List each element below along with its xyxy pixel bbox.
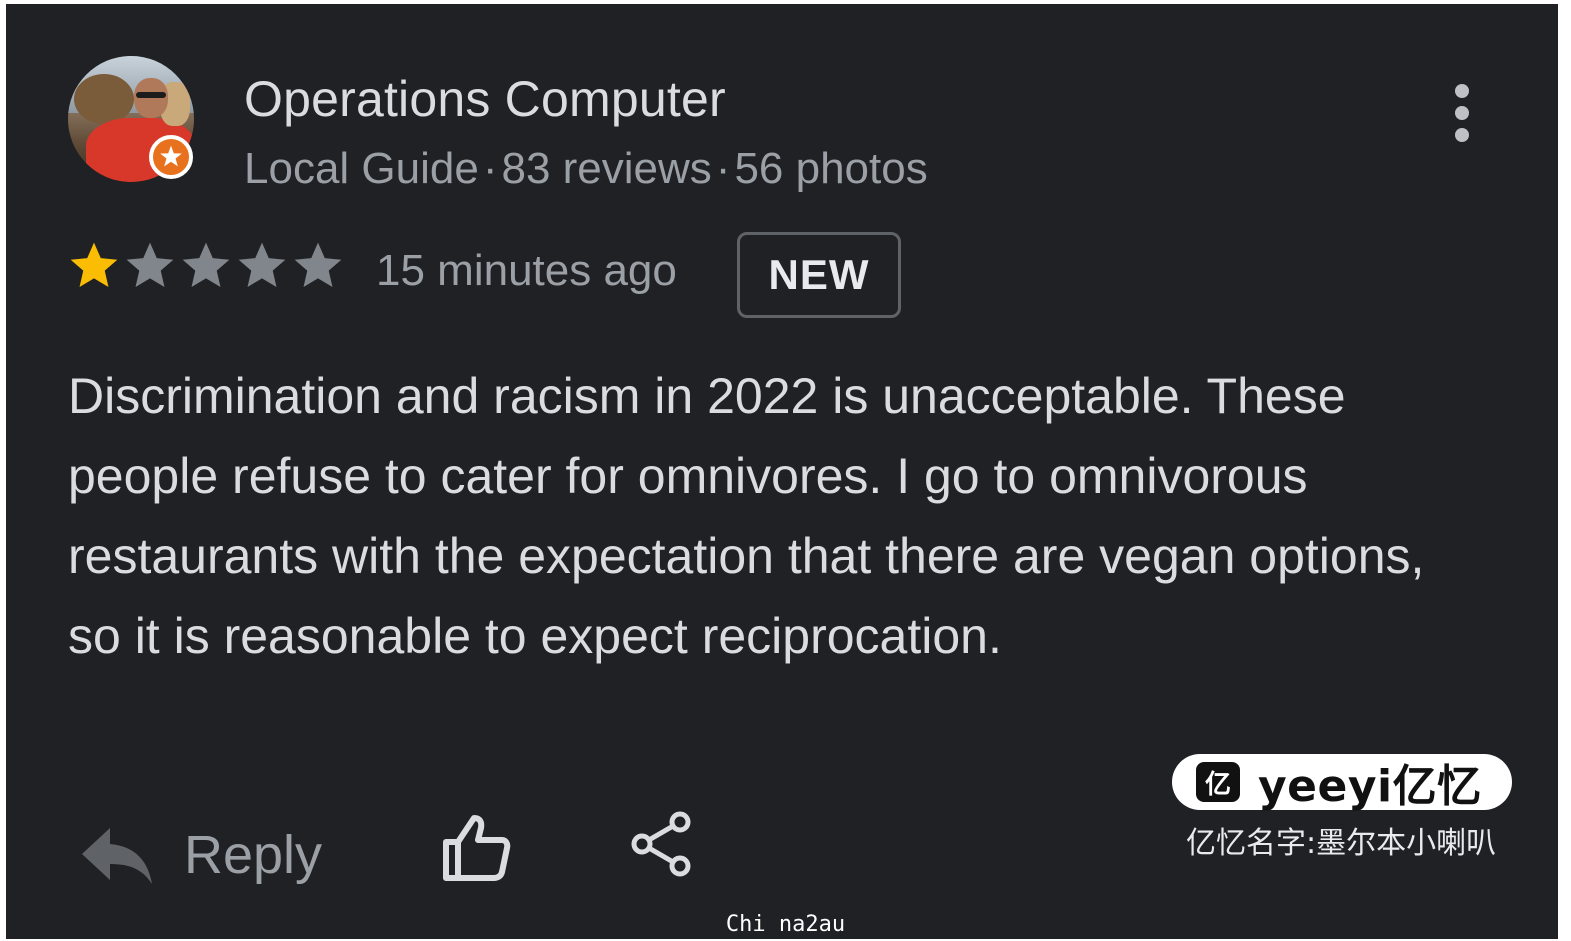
meta-separator: · [482,144,498,193]
star-icon [126,242,174,287]
star-rating [66,238,346,294]
star-icon [70,242,118,287]
star-icon [182,242,230,287]
footer-credit: Chi na2au [725,912,846,937]
thumb-up-icon [443,815,511,881]
reply-button[interactable]: Reply [80,810,322,900]
watermark-logo-mark: 亿 [1196,762,1240,802]
star-icon [238,242,286,287]
review-text: Discrimination and racism in 2022 is una… [68,368,1425,664]
author-role: Local Guide [244,144,479,193]
more-vertical-icon[interactable] [1442,78,1482,148]
share-button[interactable] [628,810,694,880]
author-name[interactable]: Operations Computer [244,70,726,128]
author-photo-count: 56 photos [734,144,928,193]
author-review-count: 83 reviews [501,144,712,193]
reply-label: Reply [184,825,323,885]
like-button[interactable] [440,812,512,884]
share-icon [631,811,691,877]
reply-arrow-icon [82,828,152,884]
review-timestamp: 15 minutes ago [376,246,677,295]
new-badge: NEW [737,232,901,318]
watermark-caption: 亿忆名字:墨尔本小喇叭 [1186,826,1497,861]
watermark-logo: 亿 yeeyi亿忆 [1172,754,1512,812]
star-icon [294,242,342,287]
local-guide-star-icon [149,135,193,179]
meta-separator: · [715,144,731,193]
author-meta[interactable]: Local Guide·83 reviews·56 photos [244,144,928,194]
watermark-logo-text: yeeyi亿忆 [1258,761,1482,812]
